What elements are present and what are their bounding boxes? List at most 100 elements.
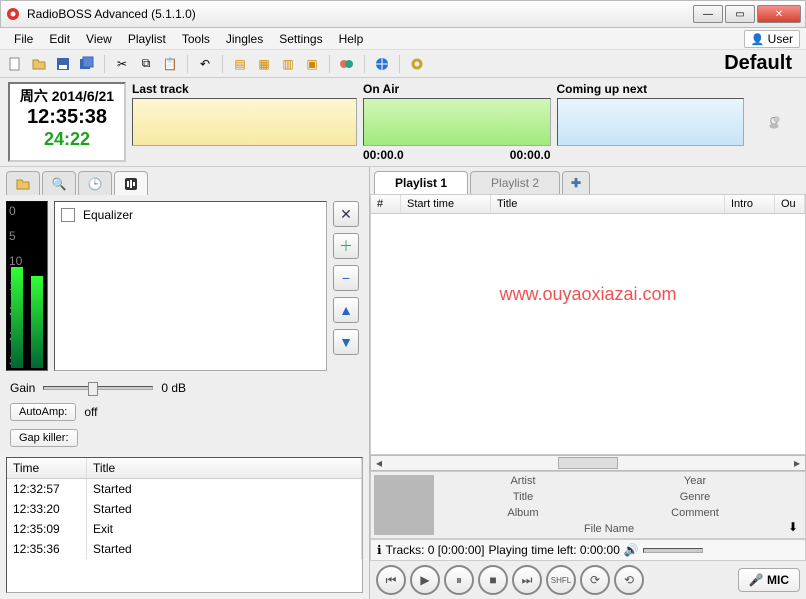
col-start[interactable]: Start time [401,195,491,213]
menu-tools[interactable]: Tools [174,30,218,48]
fx-remove-button[interactable]: − [333,265,359,291]
maximize-button[interactable]: ▭ [725,5,755,23]
on-air-label: On Air [363,82,551,96]
prev-button[interactable]: ⏮ [376,565,406,595]
scroll-left-icon[interactable]: ◂ [371,456,387,470]
list2-icon[interactable]: ▦ [255,55,273,73]
fx-row-equalizer[interactable]: Equalizer [61,208,320,222]
autoamp-state: off [84,405,97,419]
col-outro[interactable]: Ou [775,195,805,213]
menu-settings[interactable]: Settings [271,30,330,48]
tab-clock[interactable]: 🕒 [78,171,112,195]
log-row[interactable]: 12:35:09Exit [7,519,362,539]
gain-slider[interactable] [43,386,153,390]
log-col-title[interactable]: Title [87,458,362,478]
tab-folder[interactable] [6,171,40,195]
new-icon[interactable] [6,55,24,73]
scroll-right-icon[interactable]: ▸ [789,456,805,470]
fx-up-button[interactable]: ▲ [333,297,359,323]
saveall-icon[interactable] [78,55,96,73]
scroll-thumb[interactable] [558,457,618,469]
menu-edit[interactable]: Edit [41,30,78,48]
col-intro[interactable]: Intro [725,195,775,213]
vu-tick: 5 [9,229,45,243]
log-row[interactable]: 12:35:36Started [7,539,362,559]
col-title[interactable]: Title [491,195,725,213]
onair-remain: 00:00.0 [510,148,551,162]
open-icon[interactable] [30,55,48,73]
menu-help[interactable]: Help [331,30,372,48]
menu-playlist[interactable]: Playlist [120,30,174,48]
vu-tick: 10 [9,254,45,268]
info-icon: ℹ [377,543,382,557]
tab-playlist-2[interactable]: Playlist 2 [470,171,560,194]
next-button[interactable]: ⏭ [512,565,542,595]
menu-file[interactable]: File [6,30,41,48]
close-button[interactable]: ✕ [757,5,801,23]
coming-up-pane [557,98,745,146]
col-num[interactable]: # [371,195,401,213]
fx-settings-button[interactable]: ✕ [333,201,359,227]
tab-playlist-1[interactable]: Playlist 1 [374,171,468,194]
pause-button[interactable]: ⏸ [444,565,474,595]
info-filename: File Name [437,521,781,537]
cut-icon[interactable]: ✂ [113,55,131,73]
menu-view[interactable]: View [78,30,120,48]
track-info: Artist Year Title Genre Album Comment Fi… [370,471,806,539]
fx-checkbox[interactable] [61,208,75,222]
playlist-body[interactable]: www.ouyaoxiazai.com [370,214,806,455]
speaker-icon [750,82,798,162]
volume-slider[interactable] [643,548,703,553]
download-icon[interactable]: ⬇ [781,472,805,538]
log-row[interactable]: 12:32:57Started [7,479,362,499]
fx-down-button[interactable]: ▼ [333,329,359,355]
left-tabs: 🔍 🕒 [0,167,369,195]
tab-fx[interactable] [114,171,148,195]
fx-label: Equalizer [83,208,133,222]
gain-value: 0 dB [161,381,186,395]
vu-meter: 0 5 10 15 20 25 30 [6,201,48,371]
list3-icon[interactable]: ▥ [279,55,297,73]
loop-button[interactable]: ⟲ [614,565,644,595]
gapkiller-button[interactable]: Gap killer: [10,429,78,447]
profile-label: Default [724,52,800,75]
coming-up-label: Coming up next [557,82,745,96]
status-tracks: Tracks: 0 [0:00:00] [386,543,485,557]
fx-list[interactable]: Equalizer [54,201,327,371]
log-col-time[interactable]: Time [7,458,87,478]
save-icon[interactable] [54,55,72,73]
status-playing: Playing time left: 0:00:00 [489,543,620,557]
play-button[interactable]: ▶ [410,565,440,595]
equalizer-panel: 0 5 10 15 20 25 30 Equalizer ✕ ＋ − ▲ [0,195,369,377]
menu-jingles[interactable]: Jingles [218,30,271,48]
palette-icon[interactable] [338,55,356,73]
shuffle-button[interactable]: SHFL [546,565,576,595]
app-icon [5,6,21,22]
onair-elapsed: 00:00.0 [363,148,404,162]
fx-add-button[interactable]: ＋ [333,233,359,259]
tab-add-playlist[interactable]: ✚ [562,171,590,194]
stop-button[interactable]: ■ [478,565,508,595]
gear-icon[interactable] [408,55,426,73]
playlist-header: # Start time Title Intro Ou [370,194,806,214]
minimize-button[interactable]: — [693,5,723,23]
tab-search[interactable]: 🔍 [42,171,76,195]
copy-icon[interactable]: ⧉ [137,55,155,73]
log-row[interactable]: 12:33:20Started [7,499,362,519]
list-icon[interactable]: ▤ [231,55,249,73]
menubar: File Edit View Playlist Tools Jingles Se… [0,28,806,50]
user-button[interactable]: 👤 User [744,30,800,48]
paste-icon[interactable]: 📋 [161,55,179,73]
last-track-label: Last track [132,82,357,96]
repeat-button[interactable]: ⟳ [580,565,610,595]
globe-icon[interactable] [373,55,391,73]
volume-icon[interactable]: 🔊 [624,543,639,557]
playlist-hscroll[interactable]: ◂ ▸ [370,455,806,471]
mic-button[interactable]: 🎤 MIC [738,568,800,592]
list4-icon[interactable]: ▣ [303,55,321,73]
info-comment: Comment [609,505,781,521]
log-table: Time Title 12:32:57Started 12:33:20Start… [6,457,363,593]
info-title: Title [437,489,609,505]
undo-icon[interactable]: ↶ [196,55,214,73]
autoamp-button[interactable]: AutoAmp: [10,403,76,421]
